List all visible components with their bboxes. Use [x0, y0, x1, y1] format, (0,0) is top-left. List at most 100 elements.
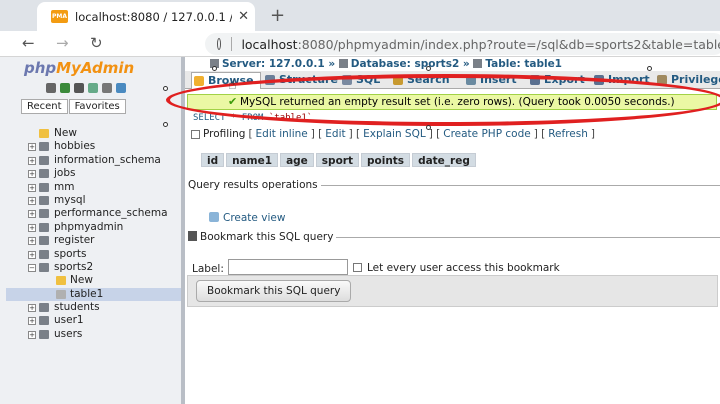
bookmark-icon: [188, 231, 197, 241]
database-icon: [39, 262, 49, 272]
table-icon: [56, 289, 66, 299]
browser-tab-strip: PMA localhost:8080 / 127.0.0.1 / spo ✕ +: [0, 0, 720, 31]
create-php-code-link[interactable]: Create PHP code: [443, 128, 530, 140]
sidebar-db-item[interactable]: + sports: [28, 248, 181, 261]
sidebar-db-label: register: [54, 234, 95, 247]
reload-icon[interactable]: ↻: [90, 34, 103, 52]
annotation-handle: [426, 125, 431, 130]
sql-query-links: Profiling [Edit inline] [Edit] [Explain …: [191, 128, 595, 140]
bookmark-label-input[interactable]: [228, 259, 348, 275]
column-header[interactable]: age: [280, 153, 314, 167]
annotation-handle: [647, 66, 652, 71]
new-tab-icon[interactable]: +: [270, 5, 285, 26]
expand-toggle-icon[interactable]: −: [28, 263, 36, 272]
annotation-handle: [163, 86, 168, 91]
home-icon[interactable]: [46, 83, 56, 93]
recent-tab[interactable]: Recent: [21, 99, 68, 114]
docs-icon[interactable]: [88, 83, 98, 93]
sidebar-db-item[interactable]: + user1: [28, 314, 181, 327]
settings-icon[interactable]: [102, 83, 112, 93]
database-icon: [39, 182, 49, 192]
expand-toggle-icon[interactable]: +: [28, 143, 36, 152]
sidebar-db-label: table1: [70, 287, 104, 300]
sidebar-db-item[interactable]: + phpmyadmin: [28, 221, 181, 234]
url-host: localhost: [241, 36, 298, 52]
database-icon: [39, 236, 49, 246]
expand-toggle-icon[interactable]: +: [28, 196, 36, 205]
sidebar-db-item[interactable]: New: [28, 127, 181, 140]
reload-navigation-icon[interactable]: [116, 83, 126, 93]
expand-toggle-icon[interactable]: +: [28, 330, 36, 339]
database-icon: [39, 142, 49, 152]
sidebar-db-label: hobbies: [54, 140, 96, 153]
edit-inline-link[interactable]: Edit inline: [256, 128, 308, 140]
profiling-checkbox[interactable]: [191, 129, 200, 139]
sidebar-db-label: mm: [54, 180, 75, 193]
breadcrumb-server[interactable]: Server: 127.0.0.1: [222, 58, 325, 70]
sidebar-db-item[interactable]: + jobs: [28, 167, 181, 180]
expand-toggle-icon[interactable]: +: [28, 250, 36, 259]
favorites-tab[interactable]: Favorites: [68, 99, 126, 114]
column-header[interactable]: id: [201, 153, 225, 167]
sidebar-db-item[interactable]: + mm: [28, 181, 181, 194]
sidebar-db-item[interactable]: + hobbies: [28, 140, 181, 153]
sidebar-db-item[interactable]: + students: [28, 301, 181, 314]
column-header[interactable]: date_reg: [412, 153, 476, 167]
create-view-link[interactable]: Create view: [209, 212, 285, 224]
logout-icon[interactable]: [60, 83, 70, 93]
breadcrumb-table[interactable]: Table: table1: [485, 58, 562, 70]
browser-tab-title: localhost:8080 / 127.0.0.1 / spo: [75, 9, 232, 24]
expand-toggle-icon[interactable]: +: [28, 156, 36, 165]
sidebar-db-label: user1: [54, 314, 84, 327]
browser-tab[interactable]: PMA localhost:8080 / 127.0.0.1 / spo ✕: [37, 2, 255, 31]
database-icon: [39, 209, 49, 219]
expand-toggle-icon[interactable]: +: [28, 183, 36, 192]
query-results-operations: Query results operations Create view: [185, 179, 720, 225]
forward-arrow-icon[interactable]: →: [56, 34, 69, 52]
expand-toggle-icon[interactable]: +: [28, 223, 36, 232]
sidebar-db-item[interactable]: + performance_schema: [28, 207, 181, 220]
column-header[interactable]: points: [360, 153, 411, 167]
sidebar-db-item[interactable]: + information_schema: [28, 154, 181, 167]
database-icon: [39, 329, 49, 339]
expand-toggle-icon[interactable]: +: [28, 317, 36, 326]
query-window-icon[interactable]: [74, 83, 84, 93]
sidebar-db-label: jobs: [54, 167, 76, 180]
back-arrow-icon[interactable]: ←: [22, 34, 35, 52]
edit-link[interactable]: Edit: [325, 128, 345, 140]
sidebar-db-item[interactable]: + register: [28, 234, 181, 247]
column-header[interactable]: name1: [226, 153, 279, 167]
site-info-icon[interactable]: [217, 38, 222, 50]
sidebar-db-item[interactable]: table1: [6, 287, 181, 302]
address-bar[interactable]: localhost:8080/phpmyadmin/index.php?rout…: [205, 33, 720, 55]
expand-toggle-icon[interactable]: +: [28, 304, 36, 313]
expand-toggle-icon[interactable]: +: [28, 210, 36, 219]
let-every-user-checkbox[interactable]: [353, 263, 362, 272]
database-icon: [39, 169, 49, 179]
phpmyadmin-logo[interactable]: phpMyAdmin: [24, 59, 134, 77]
column-header[interactable]: sport: [315, 153, 359, 167]
database-icon: [39, 222, 49, 232]
close-tab-icon[interactable]: ✕: [238, 9, 249, 24]
sidebar-db-label: mysql: [54, 193, 86, 206]
navigation-panel: phpMyAdmin Recent Favorites New + hobbies +…: [0, 57, 181, 404]
explain-sql-link[interactable]: Explain SQL: [363, 128, 426, 140]
sidebar-db-item[interactable]: New: [28, 274, 181, 287]
expand-toggle-icon[interactable]: +: [28, 170, 36, 179]
url-path: :8080/phpmyadmin/index.php?route=/sql&db…: [297, 36, 720, 52]
sidebar-db-item[interactable]: − sports2: [28, 261, 181, 274]
database-icon: [39, 316, 49, 326]
expand-toggle-icon[interactable]: +: [28, 237, 36, 246]
breadcrumb: Server: 127.0.0.1 » Database: sports2 » …: [210, 58, 562, 70]
refresh-link[interactable]: Refresh: [548, 128, 588, 140]
profiling-label: Profiling: [203, 128, 246, 140]
browse-icon: [194, 76, 204, 86]
breadcrumb-database[interactable]: Database: sports2: [351, 58, 459, 70]
bookmark-button-bar: Bookmark this SQL query: [187, 275, 718, 307]
sidebar-db-item[interactable]: + users: [28, 328, 181, 341]
new-item-icon: [56, 276, 66, 286]
result-column-headers: id name1 age sport points date_reg: [201, 153, 476, 167]
bookmark-label-text: Label:: [192, 263, 224, 275]
bookmark-query-button[interactable]: Bookmark this SQL query: [196, 280, 352, 302]
sidebar-db-item[interactable]: + mysql: [28, 194, 181, 207]
